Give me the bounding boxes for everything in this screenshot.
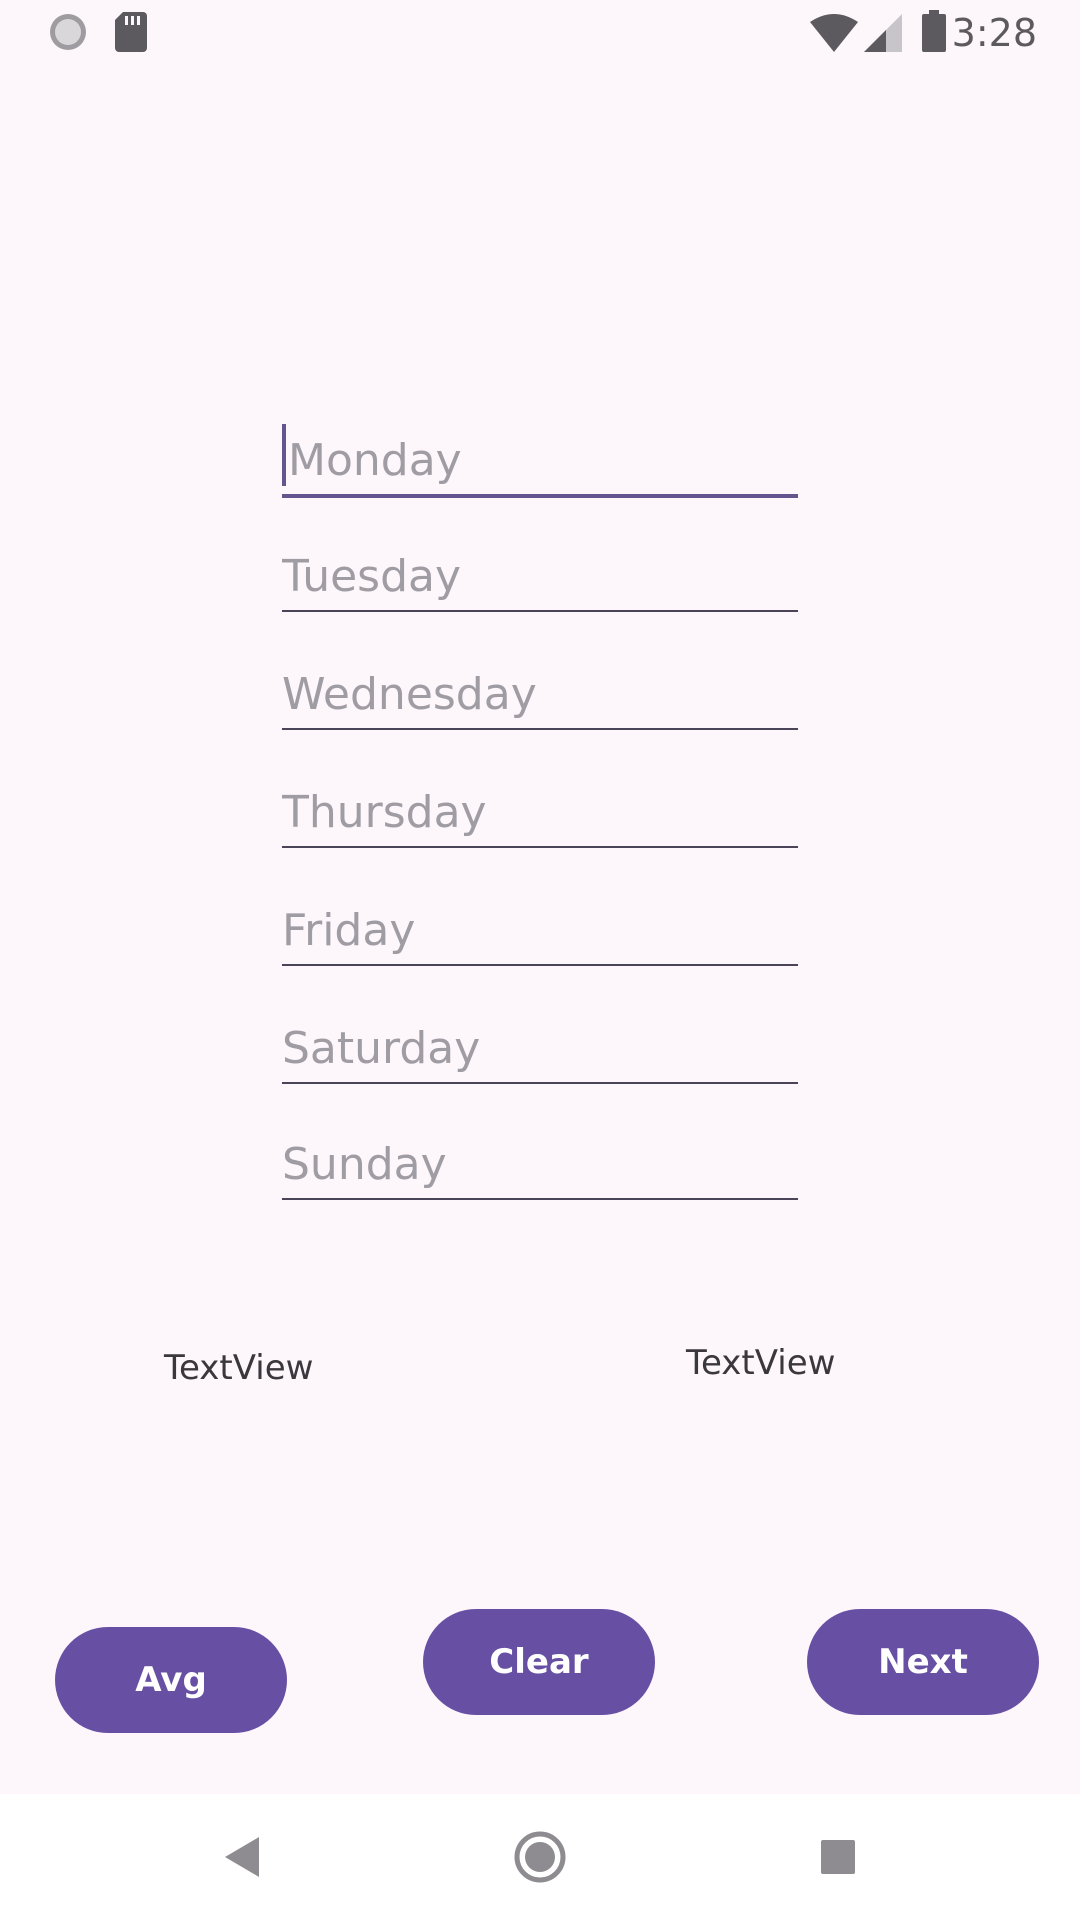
home-icon [514,1831,566,1883]
sync-icon [50,14,86,50]
thursday-field[interactable] [282,776,798,848]
back-button[interactable] [172,1794,312,1920]
saturday-input[interactable] [282,1023,798,1074]
sd-card-icon [115,12,147,52]
sunday-input[interactable] [282,1139,798,1190]
saturday-field[interactable] [282,1012,798,1084]
result-text-left: TextView [164,1348,314,1388]
tuesday-field[interactable] [282,540,798,612]
wednesday-input[interactable] [282,669,798,720]
home-button[interactable] [470,1794,610,1920]
monday-input[interactable] [288,435,804,486]
status-time: 3:28 [951,11,1037,55]
status-bar: 3:28 [0,0,1080,66]
recents-icon [821,1840,855,1874]
tuesday-input[interactable] [282,551,798,602]
recents-button[interactable] [768,1794,908,1920]
monday-field[interactable] [282,424,804,498]
friday-field[interactable] [282,894,798,966]
app-screen: 3:28 TextView TextView Avg Clear Next [0,0,1080,1920]
next-button[interactable]: Next [807,1609,1039,1715]
sunday-field[interactable] [282,1128,798,1200]
wifi-icon [810,14,858,52]
friday-input[interactable] [282,905,798,956]
result-text-right: TextView [686,1343,836,1383]
thursday-input[interactable] [282,787,798,838]
battery-icon [922,10,946,52]
navigation-bar [0,1794,1080,1920]
clear-button[interactable]: Clear [423,1609,655,1715]
avg-button[interactable]: Avg [55,1627,287,1733]
wednesday-field[interactable] [282,658,798,730]
signal-icon [864,14,902,52]
back-icon [225,1837,259,1877]
text-cursor [282,424,286,486]
